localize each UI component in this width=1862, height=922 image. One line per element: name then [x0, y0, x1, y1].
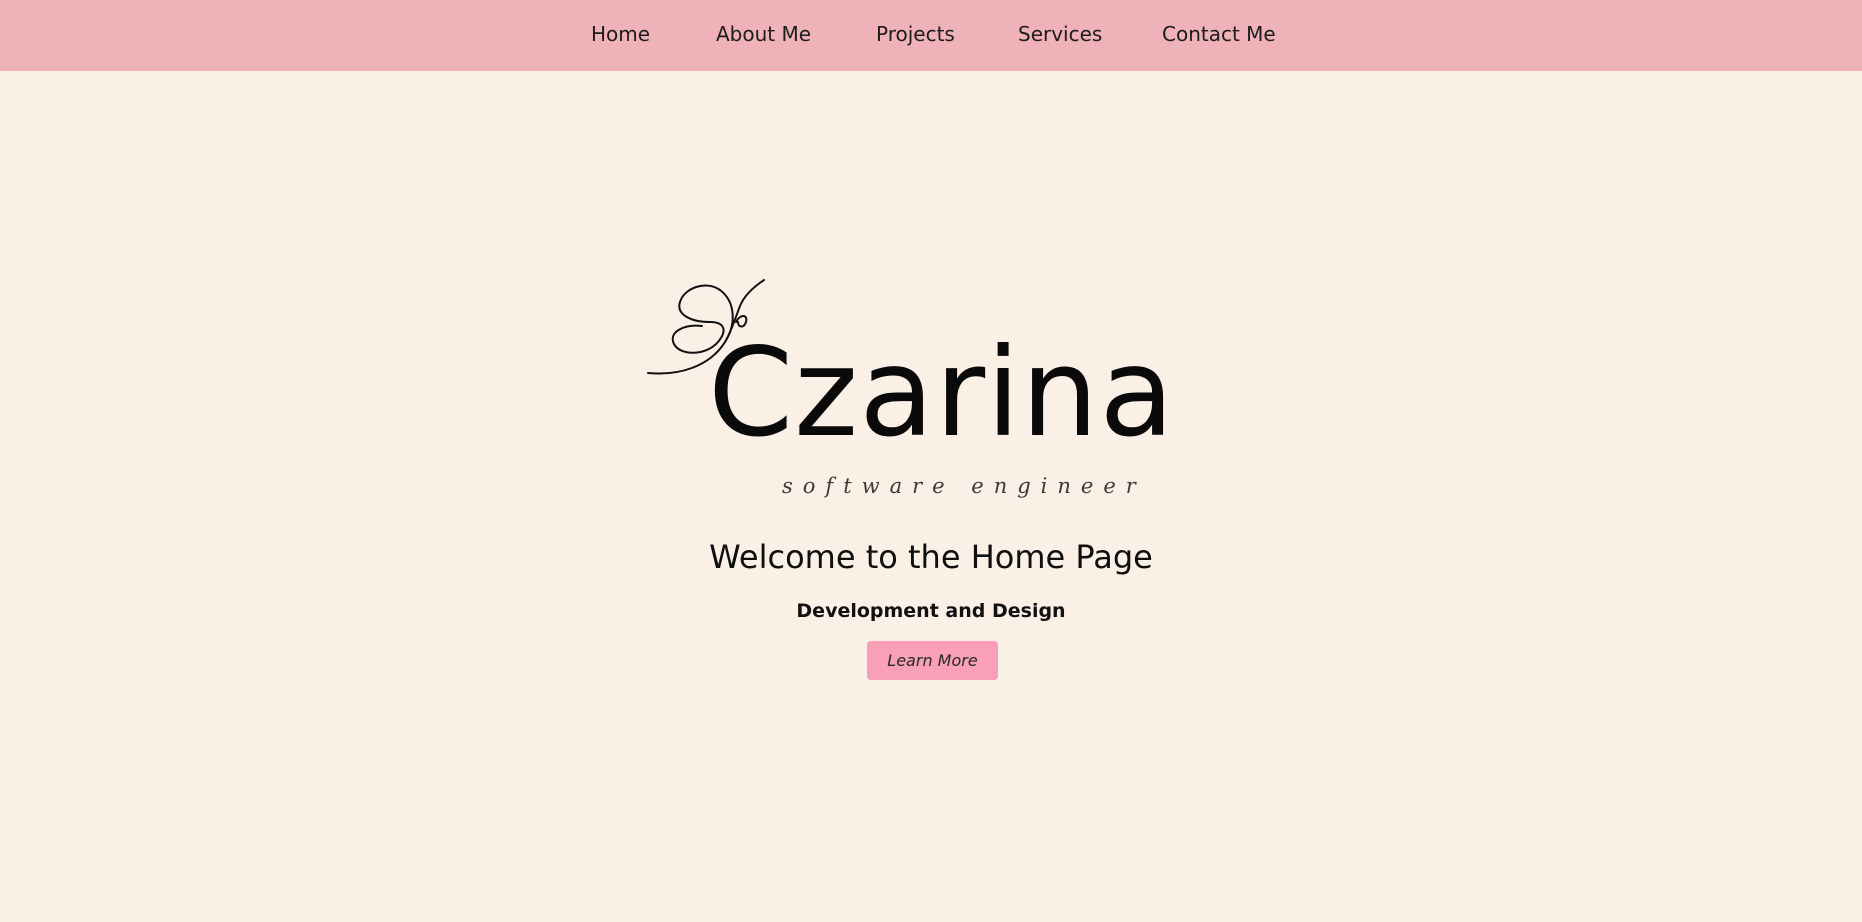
nav-link-services[interactable]: Services — [1018, 22, 1102, 46]
nav-link-contact-me[interactable]: Contact Me — [1162, 22, 1276, 46]
nav-list: Home About Me Projects Services Contact … — [0, 0, 1862, 71]
learn-more-button[interactable]: Learn More — [867, 641, 998, 680]
logo-tagline: software engineer — [782, 474, 1146, 498]
logo: Czarina software engineer — [640, 270, 1180, 510]
top-navbar: Home About Me Projects Services Contact … — [0, 0, 1862, 71]
page-title: Welcome to the Home Page — [709, 538, 1153, 576]
nav-link-home[interactable]: Home — [591, 22, 650, 46]
nav-link-about-me[interactable]: About Me — [716, 22, 811, 46]
nav-link-projects[interactable]: Projects — [876, 22, 955, 46]
page-subtitle: Development and Design — [796, 600, 1066, 622]
logo-name: Czarina — [708, 322, 1176, 464]
